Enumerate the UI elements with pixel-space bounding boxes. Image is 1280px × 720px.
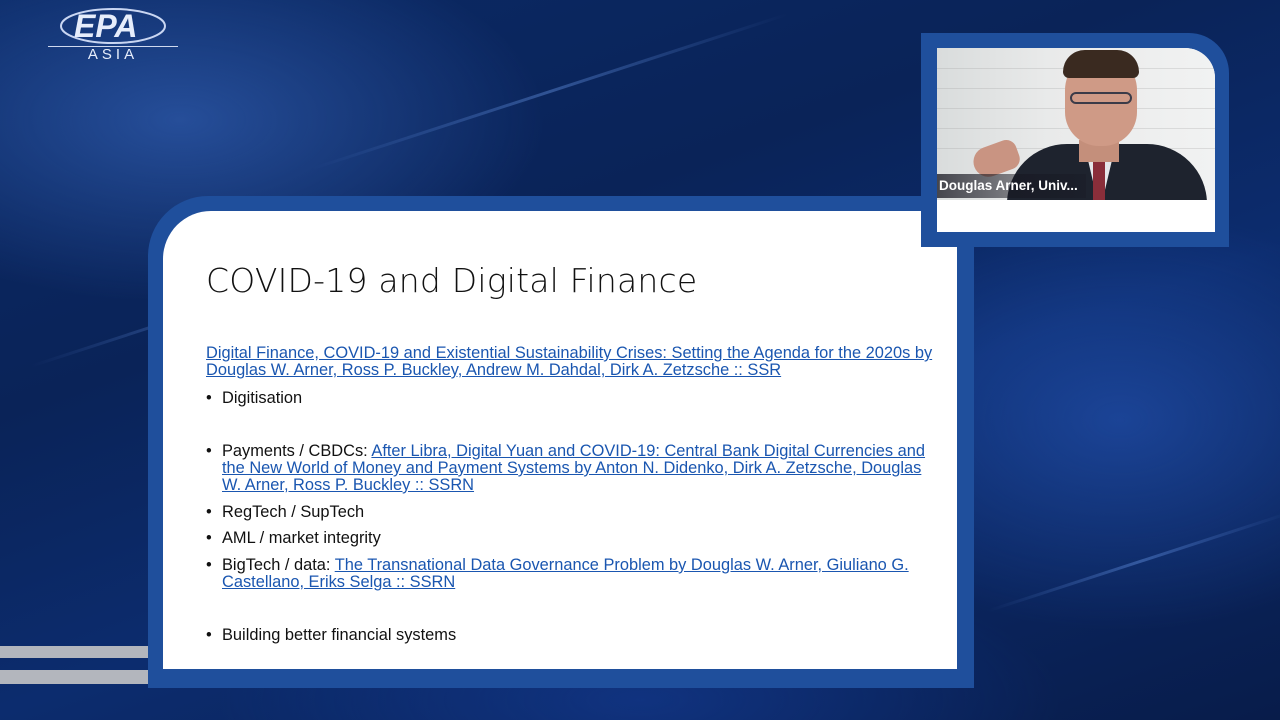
webcam-video: Douglas Arner, Univ... [937, 48, 1215, 200]
bullet-text: RegTech / SupTech [222, 503, 365, 521]
bullet-text: Digitisation [222, 389, 303, 407]
presentation-slide: COVID-19 and Digital Finance Digital Fin… [163, 211, 957, 669]
frame-tick [0, 646, 164, 658]
background-streak [311, 12, 789, 171]
background-streak [987, 510, 1280, 613]
speaker-tie [1093, 160, 1105, 200]
speaker-glasses [1070, 92, 1132, 104]
bullet-dot: • [206, 529, 212, 547]
bullet-dot: • [206, 626, 212, 644]
frame-tick [0, 670, 164, 684]
epa-logo-mark: EPA [60, 8, 166, 44]
logo-text: ASIA [87, 46, 139, 63]
bullet-text: BigTech / data: The Transnational Data G… [222, 557, 940, 591]
bullet-label: BigTech / data: [222, 556, 335, 574]
bullet-text: Payments / CBDCs: After Libra, Digital Y… [222, 443, 940, 494]
bullet-dot: • [206, 389, 212, 407]
participant-name-label: Douglas Arner, Univ... [937, 174, 1086, 198]
bullet-dot: • [206, 503, 212, 521]
bullet-text: Building better financial systems [222, 626, 457, 644]
bullet-label: Payments / CBDCs: [222, 442, 372, 460]
speaker-hair [1063, 50, 1139, 78]
bullet-dot: • [206, 556, 212, 574]
epa-asia-logo: EPA ASIA [48, 6, 178, 64]
slide-title: COVID-19 and Digital Finance [206, 261, 698, 300]
reference-link[interactable]: Digital Finance, COVID-19 and Existentia… [206, 345, 948, 379]
webcam-panel[interactable]: Douglas Arner, Univ... [937, 48, 1215, 232]
bullet-dot: • [206, 442, 212, 460]
svg-text:EPA: EPA [74, 8, 137, 44]
bullet-text: AML / market integrity [222, 529, 381, 547]
